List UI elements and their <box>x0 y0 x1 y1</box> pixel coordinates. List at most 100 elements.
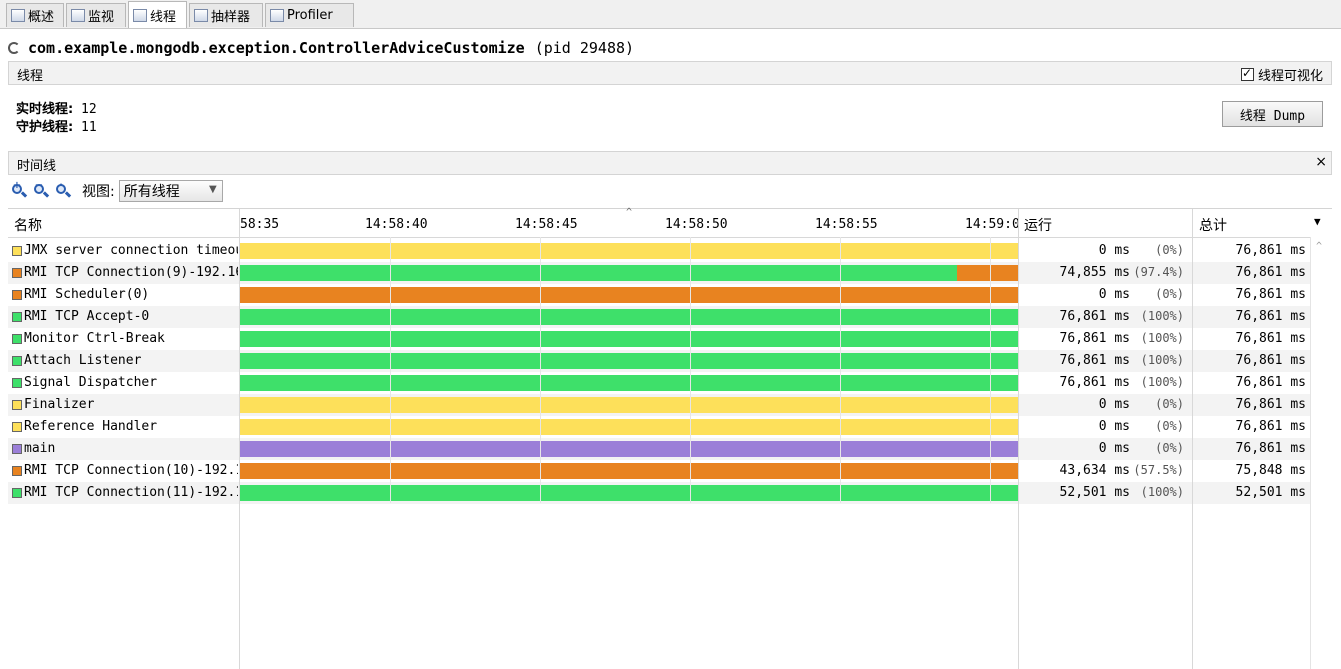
running-time-cell: 0 ms (0%) <box>1010 243 1184 258</box>
live-threads-label: 实时线程: <box>16 102 74 117</box>
tab-1[interactable]: 监视 <box>66 3 126 27</box>
zoom-in-icon[interactable]: + <box>11 180 28 199</box>
column-divider <box>1192 209 1193 669</box>
timeline-tick-label: 14:59:0 <box>965 217 1020 232</box>
sort-up-icon: ^ <box>626 207 633 218</box>
table-row[interactable]: Reference Handler 0 ms (0%) 76,861 ms <box>8 416 1310 438</box>
thread-name: Signal Dispatcher <box>24 375 158 390</box>
timeline-tick-label: 14:58:45 <box>515 217 578 232</box>
thread-timeline-table: 名称 运行 总计 ^ ▼ 58:35 14:58:40 14:58:45 14:58:… <box>8 207 1333 669</box>
timeline-tick-label: 14:58:50 <box>665 217 728 232</box>
running-ms: 0 ms <box>1098 243 1130 258</box>
chevron-down-icon: ▼ <box>209 184 217 195</box>
running-ms: 0 ms <box>1098 397 1130 412</box>
running-time-cell: 74,855 ms (97.4%) <box>1010 265 1184 280</box>
tab-4[interactable]: Profiler <box>265 3 354 27</box>
vertical-scrollbar[interactable]: ^ <box>1310 237 1333 669</box>
thread-state-bar <box>240 419 1018 435</box>
table-row[interactable]: Signal Dispatcher 76,861 ms (100%) 76,861 m… <box>8 372 1310 394</box>
threads-visualization-checkbox[interactable]: 线程可视化 <box>1240 65 1323 84</box>
table-row[interactable]: main 0 ms (0%) 76,861 ms <box>8 438 1310 460</box>
total-time-cell: 76,861 ms <box>1235 375 1306 390</box>
table-row[interactable]: RMI Scheduler(0) 0 ms (0%) 76,861 ms <box>8 284 1310 306</box>
table-row[interactable]: RMI TCP Connection(9)-192.168 74,855 ms (9… <box>8 262 1310 284</box>
table-row[interactable]: Monitor Ctrl-Break 76,861 ms (100%) 76,861 … <box>8 328 1310 350</box>
running-percent: (100%) <box>1140 375 1184 389</box>
tab-label: 监视 <box>88 10 115 25</box>
zoom-out-icon[interactable]: − <box>33 180 50 199</box>
thread-state-icon <box>12 378 22 388</box>
running-ms: 0 ms <box>1098 419 1130 434</box>
total-time-cell: 76,861 ms <box>1235 287 1306 302</box>
running-time-cell: 0 ms (0%) <box>1010 397 1184 412</box>
thread-state-icon <box>12 290 22 300</box>
tab-2[interactable]: 线程 <box>128 1 187 28</box>
thread-state-icon <box>12 334 22 344</box>
checkbox-check-icon[interactable] <box>1240 66 1254 81</box>
table-row[interactable]: RMI TCP Accept-0 76,861 ms (100%) 76,861 ms <box>8 306 1310 328</box>
tab-0[interactable]: 概述 <box>6 3 64 27</box>
total-time-cell: 76,861 ms <box>1235 441 1306 456</box>
timeline-gridline <box>390 237 391 503</box>
timeline-gridline <box>540 237 541 503</box>
thread-stats: 实时线程: 12 守护线程: 11 <box>16 101 97 137</box>
thread-state-bar <box>240 353 1018 369</box>
threads-section-label: 线程 <box>17 69 44 84</box>
table-row[interactable]: JMX server connection timeout 0 ms (0%) 76,… <box>8 240 1310 262</box>
table-row[interactable]: RMI TCP Connection(11)-192.168 52,501 ms (… <box>8 482 1310 504</box>
table-row[interactable]: Attach Listener 76,861 ms (100%) 76,861 ms <box>8 350 1310 372</box>
running-percent: (57.5%) <box>1133 463 1184 477</box>
thread-state-icon <box>12 356 22 366</box>
table-row[interactable]: Finalizer 0 ms (0%) 76,861 ms <box>8 394 1310 416</box>
running-time-cell: 76,861 ms (100%) <box>1010 353 1184 368</box>
timeline-toolbar: + − · 视图: 所有线程 ▼ <box>8 178 223 204</box>
timeline-tick-label: 14:58:40 <box>365 217 428 232</box>
column-header-running[interactable]: 运行 <box>1024 215 1052 235</box>
total-time-cell: 76,861 ms <box>1235 331 1306 346</box>
running-time-cell: 0 ms (0%) <box>1010 287 1184 302</box>
live-threads-value: 12 <box>81 102 97 117</box>
monitor-icon <box>71 9 85 22</box>
view-select-value: 所有线程 <box>123 184 180 200</box>
running-time-cell: 76,861 ms (100%) <box>1010 331 1184 346</box>
scroll-up-icon[interactable]: ^ <box>1316 241 1322 252</box>
thread-state-bar <box>240 331 1018 347</box>
running-ms: 76,861 ms <box>1059 331 1130 346</box>
timeline-section-label: 时间线 <box>17 159 57 174</box>
threads-section-header: 线程 线程可视化 <box>8 61 1332 85</box>
threads-visualization-label[interactable]: 线程可视化 <box>1258 65 1323 84</box>
view-select[interactable]: 所有线程 ▼ <box>118 180 223 202</box>
thread-state-icon <box>12 268 22 278</box>
timeline-gridline <box>990 237 991 503</box>
tab-3[interactable]: 抽样器 <box>189 3 263 27</box>
column-menu-icon[interactable]: ▼ <box>1314 215 1321 228</box>
total-time-cell: 75,848 ms <box>1235 463 1306 478</box>
timeline-gridline <box>840 237 841 503</box>
thread-state-icon <box>12 466 22 476</box>
thread-name: Monitor Ctrl-Break <box>24 331 165 346</box>
thread-state-bar <box>240 309 1018 325</box>
view-label: 视图: <box>82 184 115 200</box>
column-header-name[interactable]: 名称 <box>14 215 42 235</box>
column-header-total[interactable]: 总计 <box>1199 215 1227 235</box>
thread-state-bar <box>240 485 1018 501</box>
thread-dump-button[interactable]: 线程 Dump <box>1222 101 1323 127</box>
total-time-cell: 76,861 ms <box>1235 265 1306 280</box>
thread-name: main <box>24 441 56 456</box>
thread-state-icon <box>12 422 22 432</box>
running-ms: 0 ms <box>1098 287 1130 302</box>
total-time-cell: 52,501 ms <box>1235 485 1306 500</box>
table-row[interactable]: RMI TCP Connection(10)-192.168 43,634 ms(… <box>8 460 1310 482</box>
running-time-cell: 43,634 ms (57.5%) <box>1010 463 1184 478</box>
close-icon[interactable]: × <box>1315 154 1327 170</box>
zoom-fit-icon[interactable]: · <box>55 180 72 199</box>
thread-name: Finalizer <box>24 397 95 412</box>
app-pid: (pid 29488) <box>534 39 635 57</box>
column-divider <box>239 209 240 669</box>
running-percent: (0%) <box>1155 441 1184 455</box>
thread-state-icon <box>12 312 22 322</box>
running-percent: (100%) <box>1140 309 1184 323</box>
tab-label: Profiler <box>287 8 333 23</box>
total-time-cell: 76,861 ms <box>1235 309 1306 324</box>
running-percent: (100%) <box>1140 331 1184 345</box>
